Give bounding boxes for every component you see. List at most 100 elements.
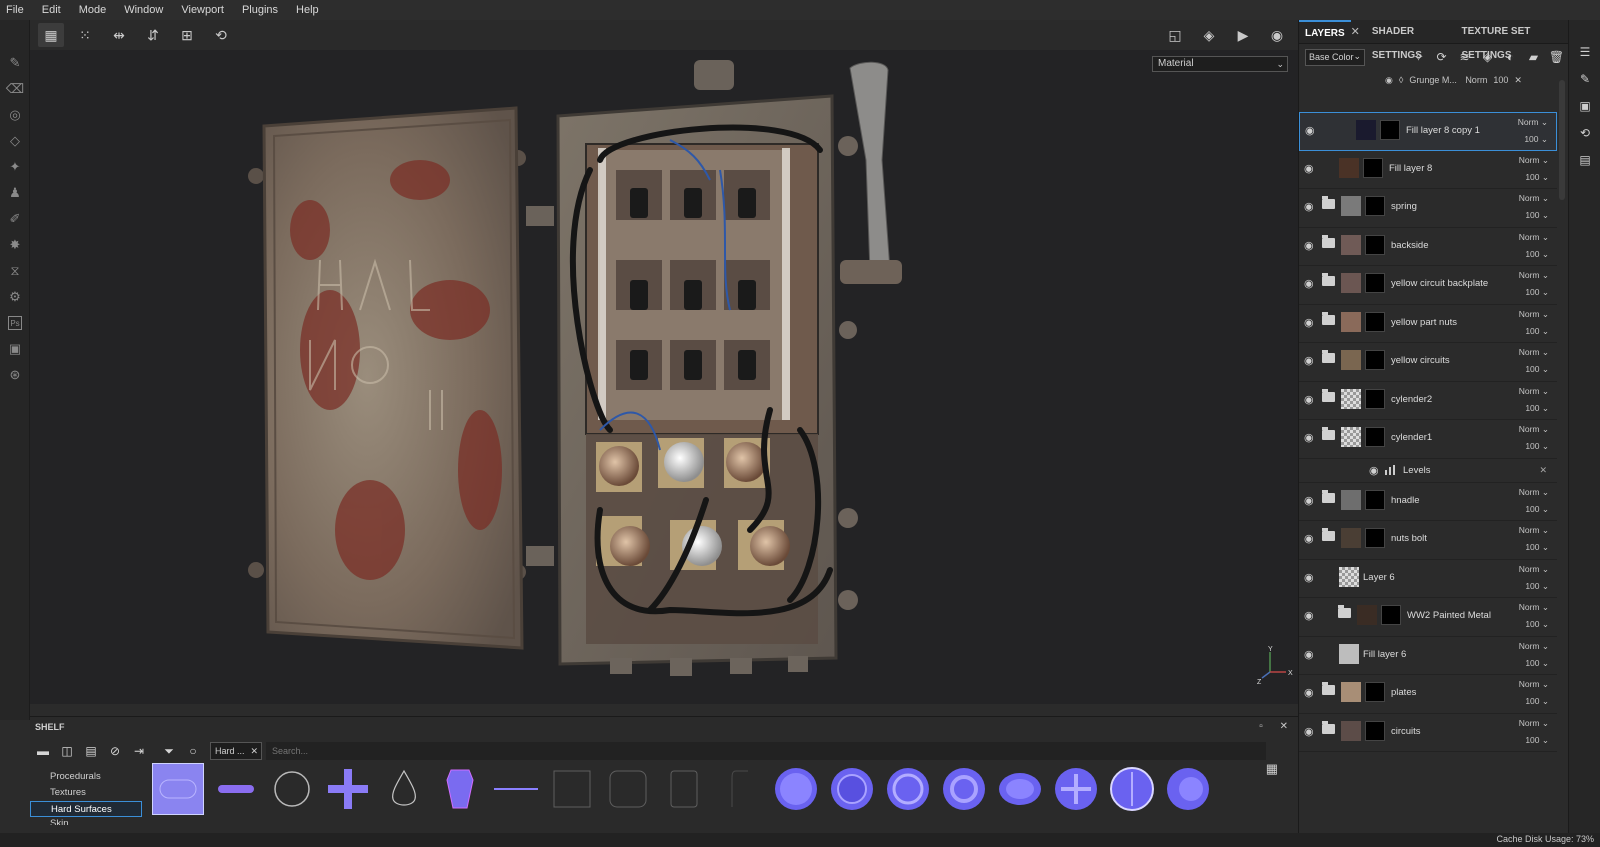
eye-icon[interactable]: ◉ [1304, 200, 1314, 213]
clone-icon[interactable]: ♟ [0, 180, 30, 206]
add-icon[interactable]: ⊞ [174, 23, 200, 47]
layer-scrollbar[interactable] [1559, 80, 1565, 200]
plugin-icon[interactable]: ⊛ [0, 362, 30, 388]
layer-opacity[interactable]: 100 ⌄ [1525, 735, 1549, 746]
eye-icon[interactable]: ◉ [1304, 393, 1314, 406]
menu-edit[interactable]: Edit [42, 4, 61, 16]
shelf-item-button-5[interactable] [992, 761, 1048, 817]
add-layer-icon[interactable]: ≋ [1453, 50, 1476, 64]
layer-opacity[interactable]: 100 ⌄ [1525, 403, 1549, 414]
layer-row[interactable]: ◉ yellow circuits Norm ⌄ 100 ⌄ [1299, 343, 1557, 382]
layer-blend-mode[interactable]: Norm ⌄ [1519, 718, 1549, 729]
add-folder-icon[interactable]: ▰ [1522, 50, 1545, 64]
shelf-item-button-2[interactable] [824, 761, 880, 817]
menu-mode[interactable]: Mode [79, 4, 107, 16]
eye-icon[interactable]: ◉ [1385, 75, 1393, 86]
tab-shader-settings[interactable]: SHADER SETTINGS [1366, 20, 1460, 61]
shelf-item-button-3[interactable] [880, 761, 936, 817]
geometry-mask-icon[interactable]: ◇ [0, 128, 30, 154]
layer-opacity[interactable]: 100 ⌄ [1525, 504, 1549, 515]
shelf-item-gem[interactable] [432, 761, 488, 817]
layer-row[interactable]: ◉ nuts bolt Norm ⌄ 100 ⌄ [1299, 521, 1557, 560]
layer-row[interactable]: ◉ circuits Norm ⌄ 100 ⌄ [1299, 714, 1557, 752]
layer-opacity[interactable]: 100 ⌄ [1525, 210, 1549, 221]
shelf-item-partial[interactable] [712, 761, 768, 817]
add-effect-icon[interactable]: ⟳ [1430, 50, 1453, 64]
screenshot-icon[interactable]: ◉ [1264, 23, 1290, 47]
shelf-item-button-8[interactable] [1160, 761, 1216, 817]
settings-icon[interactable]: ⚙ [0, 284, 30, 310]
category-procedurals[interactable]: Procedurals [30, 769, 142, 785]
mirror-y-icon[interactable]: ⇵ [140, 23, 166, 47]
category-textures[interactable]: Textures [30, 785, 142, 801]
close-icon[interactable]: ✕ [1351, 25, 1360, 38]
symmetry-grid-icon[interactable]: ▦ [38, 23, 64, 47]
layer-blend-mode[interactable]: Norm ⌄ [1519, 347, 1549, 358]
close-icon[interactable]: ✕ [1280, 721, 1288, 732]
layer-blend-mode[interactable]: Norm ⌄ [1518, 117, 1548, 128]
layer-blend-mode[interactable]: Norm ⌄ [1519, 525, 1549, 536]
layer-blend-mode[interactable]: Norm ⌄ [1519, 564, 1549, 575]
close-icon[interactable]: ✕ [1514, 75, 1522, 86]
eye-icon[interactable]: ◉ [1304, 277, 1314, 290]
maximize-icon[interactable]: ▫ [1259, 721, 1263, 732]
layer-row[interactable]: ◉ Layer 6 Norm ⌄ 100 ⌄ [1299, 560, 1557, 598]
shelf-item-button-7[interactable] [1104, 761, 1160, 817]
layers-stack-icon[interactable]: ☰ [1569, 38, 1600, 65]
layer-opacity[interactable]: 100 ⌄ [1524, 134, 1548, 145]
layer-row[interactable]: ◉ yellow part nuts Norm ⌄ 100 ⌄ [1299, 305, 1557, 343]
export-icon[interactable]: ▣ [0, 336, 30, 362]
trash-icon[interactable]: 🗑 [1545, 50, 1568, 64]
eye-icon[interactable]: ◉ [1304, 686, 1314, 699]
eraser-icon[interactable]: ⌫ [0, 76, 30, 102]
shelf-item-rect-tall[interactable] [656, 761, 712, 817]
menu-window[interactable]: Window [124, 4, 163, 16]
layer-opacity[interactable]: 100 ⌄ [1525, 696, 1549, 707]
layer-blend-mode[interactable]: Norm ⌄ [1519, 641, 1549, 652]
paint-brush-icon[interactable]: ✎ [0, 50, 30, 76]
view-2d-icon[interactable]: ◱ [1162, 23, 1188, 47]
display-icon[interactable]: ▣ [1569, 92, 1600, 119]
layer-blend-mode[interactable]: Norm ⌄ [1519, 487, 1549, 498]
smudge-icon[interactable]: ✦ [0, 154, 30, 180]
shelf-item-line[interactable] [488, 761, 544, 817]
layer-row[interactable]: ◉ hnadle Norm ⌄ 100 ⌄ [1299, 483, 1557, 521]
shelf-item-button-1[interactable] [768, 761, 824, 817]
eye-icon[interactable]: ◉ [1304, 162, 1314, 175]
mirror-x-icon[interactable]: ⇹ [106, 23, 132, 47]
grunge-opacity[interactable]: 100 [1493, 75, 1508, 85]
layer-blend-mode[interactable]: Norm ⌄ [1519, 155, 1549, 166]
levels-effect-row[interactable]: ◉ Levels ✕ [1299, 459, 1557, 483]
log-icon[interactable]: ▤ [1569, 146, 1600, 173]
layer-row[interactable]: ◉ plates Norm ⌄ 100 ⌄ [1299, 675, 1557, 714]
import-icon[interactable]: ⇥ [128, 744, 150, 758]
layer-opacity[interactable]: 100 ⌄ [1525, 619, 1549, 630]
category-skin[interactable]: Skin [30, 817, 142, 825]
layer-opacity[interactable]: 100 ⌄ [1525, 441, 1549, 452]
layer-blend-mode[interactable]: Norm ⌄ [1519, 424, 1549, 435]
layer-blend-mode[interactable]: Norm ⌄ [1519, 232, 1549, 243]
grid-options-icon[interactable]: ⁙ [72, 23, 98, 47]
layer-blend-mode[interactable]: Norm ⌄ [1519, 602, 1549, 613]
menu-plugins[interactable]: Plugins [242, 4, 278, 16]
eye-icon[interactable]: ◉ [1304, 532, 1314, 545]
eye-icon[interactable]: ◉ [1304, 571, 1314, 584]
add-fill-icon[interactable]: ◈ [1476, 50, 1499, 64]
history-icon[interactable]: ⟲ [208, 23, 234, 47]
menu-help[interactable]: Help [296, 4, 319, 16]
magic-wand-icon[interactable]: ✧ [1407, 50, 1430, 64]
reset-filter-icon[interactable]: ○ [182, 744, 204, 758]
shelf-item-cross[interactable] [320, 761, 376, 817]
layer-row[interactable]: ◉ Fill layer 8 copy 1 Norm ⌄ 100 ⌄ [1299, 112, 1557, 151]
photoshop-icon[interactable]: Ps [8, 316, 22, 330]
eye-icon[interactable]: ◉ [1304, 609, 1314, 622]
eye-icon[interactable]: ◉ [1304, 725, 1314, 738]
layer-row[interactable]: ◉ cylender2 Norm ⌄ 100 ⌄ [1299, 382, 1557, 420]
menu-file[interactable]: File [6, 4, 24, 16]
filter-chip[interactable]: Hard ... ✕ [210, 742, 262, 760]
filter-icon[interactable]: ⏷ [158, 744, 180, 759]
history-icon[interactable]: ⟲ [1569, 119, 1600, 146]
layer-opacity[interactable]: 100 ⌄ [1525, 364, 1549, 375]
layer-blend-mode[interactable]: Norm ⌄ [1519, 270, 1549, 281]
layer-opacity[interactable]: 100 ⌄ [1525, 542, 1549, 553]
